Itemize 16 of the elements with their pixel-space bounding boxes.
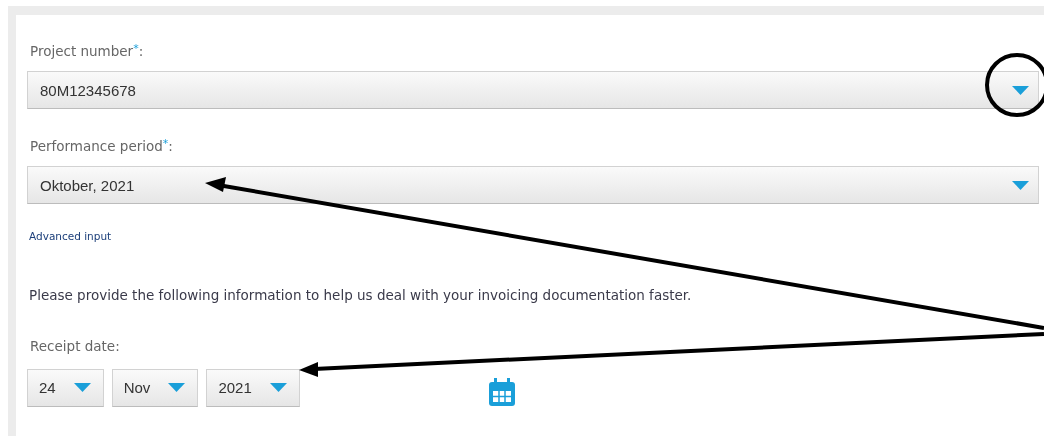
- field-label: Project number$^{*}$:: [30, 43, 145, 61]
- date-dropdown[interactable]: 2021: [206, 368, 300, 407]
- caret-icon: [1012, 180, 1029, 190]
- caret-icon: [1012, 85, 1029, 95]
- caret-icon: [73, 383, 91, 392]
- dropdown[interactable]: Oktober, 2021: [27, 166, 1039, 204]
- info-text: Please provide the following information to help us deal with your invoicing documentation faster.: [29, 287, 693, 303]
- dropdown[interactable]: 80M12345678: [27, 71, 1039, 109]
- date-dropdown[interactable]: 24: [27, 368, 104, 407]
- calendar-icon[interactable]: [487, 378, 516, 407]
- field-label: Performance period$^{*}$:: [30, 138, 174, 156]
- field-label: Receipt date:: [30, 338, 121, 356]
- caret-icon: [269, 383, 287, 392]
- advanced-input-link[interactable]: Advanced input: [29, 230, 112, 242]
- date-dropdown[interactable]: Nov: [111, 368, 199, 407]
- caret-icon: [168, 383, 186, 392]
